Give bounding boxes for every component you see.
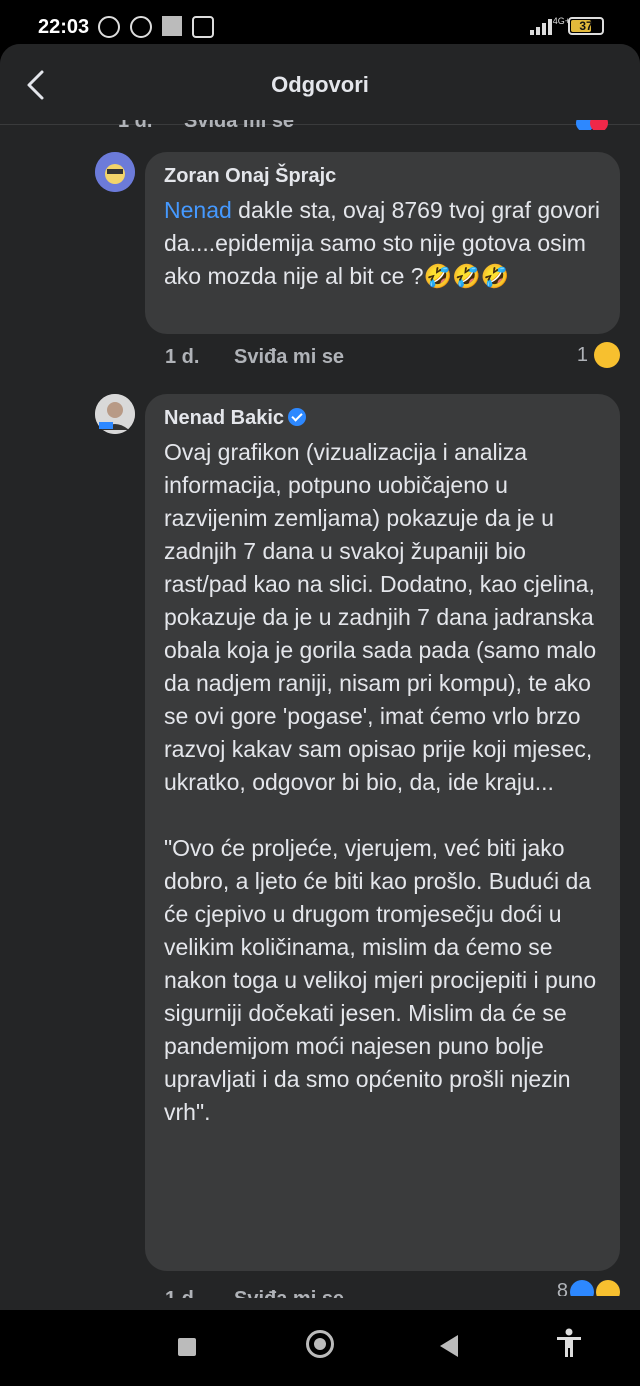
prev-meta-time: 1 d. bbox=[118, 120, 152, 130]
comment-author: Nenad Bakic bbox=[164, 407, 307, 430]
verified-badge-icon bbox=[288, 408, 307, 426]
comment-bubble[interactable]: Nenad Bakic Ovaj grafikon (vizualizacija… bbox=[145, 394, 620, 1271]
triangle-back-icon[interactable] bbox=[440, 1335, 458, 1357]
header-bar: Odgovori bbox=[0, 44, 640, 125]
shield-icon bbox=[192, 16, 214, 38]
page-title: Odgovori bbox=[271, 72, 369, 97]
previous-comment-meta: 1 d. Sviđa mi se bbox=[118, 120, 608, 130]
system-nav-bar bbox=[0, 1310, 640, 1386]
laughing-emoji-icon bbox=[594, 342, 620, 368]
like-icon bbox=[570, 1280, 594, 1296]
alarm-icon bbox=[130, 16, 152, 38]
app-notification-icon bbox=[162, 16, 182, 36]
accessibility-icon[interactable] bbox=[556, 1328, 582, 1358]
like-button[interactable]: Sviđa mi se bbox=[234, 346, 344, 369]
comment-time: 1 d. bbox=[165, 346, 200, 368]
battery-icon: 37 bbox=[568, 17, 604, 35]
comment-text: Ovaj grafikon (vizualizacija i analiza i… bbox=[164, 439, 597, 1125]
reaction-summary[interactable]: 1 bbox=[577, 342, 620, 368]
avatar[interactable] bbox=[95, 152, 135, 192]
home-circle-icon[interactable] bbox=[306, 1330, 334, 1358]
replies-sheet: Odgovori 1 d. Sviđa mi se Zoran Onaj Špr… bbox=[0, 44, 640, 1310]
comment-author[interactable]: Zoran Onaj Šprajc bbox=[164, 165, 336, 188]
reaction-count: 1 bbox=[576, 343, 588, 366]
mention-link[interactable]: Nenad bbox=[164, 197, 232, 223]
comment-text: Nenad dakle sta, ovaj 8769 tvoj graf gov… bbox=[164, 197, 607, 289]
comment-bubble[interactable]: Zoran Onaj Šprajc Nenad dakle sta, ovaj … bbox=[145, 152, 620, 334]
like-button[interactable]: Sviđa mi se bbox=[234, 1282, 344, 1298]
comment-time: 1 d. bbox=[165, 1282, 199, 1298]
square-icon[interactable] bbox=[178, 1338, 196, 1356]
prev-reactions bbox=[576, 120, 608, 130]
prev-like-button[interactable]: Sviđa mi se bbox=[184, 120, 294, 130]
moon-icon bbox=[98, 16, 120, 38]
avatar[interactable] bbox=[95, 394, 135, 434]
signal-icon bbox=[530, 17, 558, 35]
reaction-summary[interactable]: 8 bbox=[557, 1280, 620, 1296]
reaction-count: 8 bbox=[556, 1280, 568, 1296]
battery-level: 37 bbox=[579, 19, 593, 33]
status-time: 22:03 bbox=[38, 16, 90, 38]
care-emoji-icon bbox=[596, 1280, 620, 1296]
